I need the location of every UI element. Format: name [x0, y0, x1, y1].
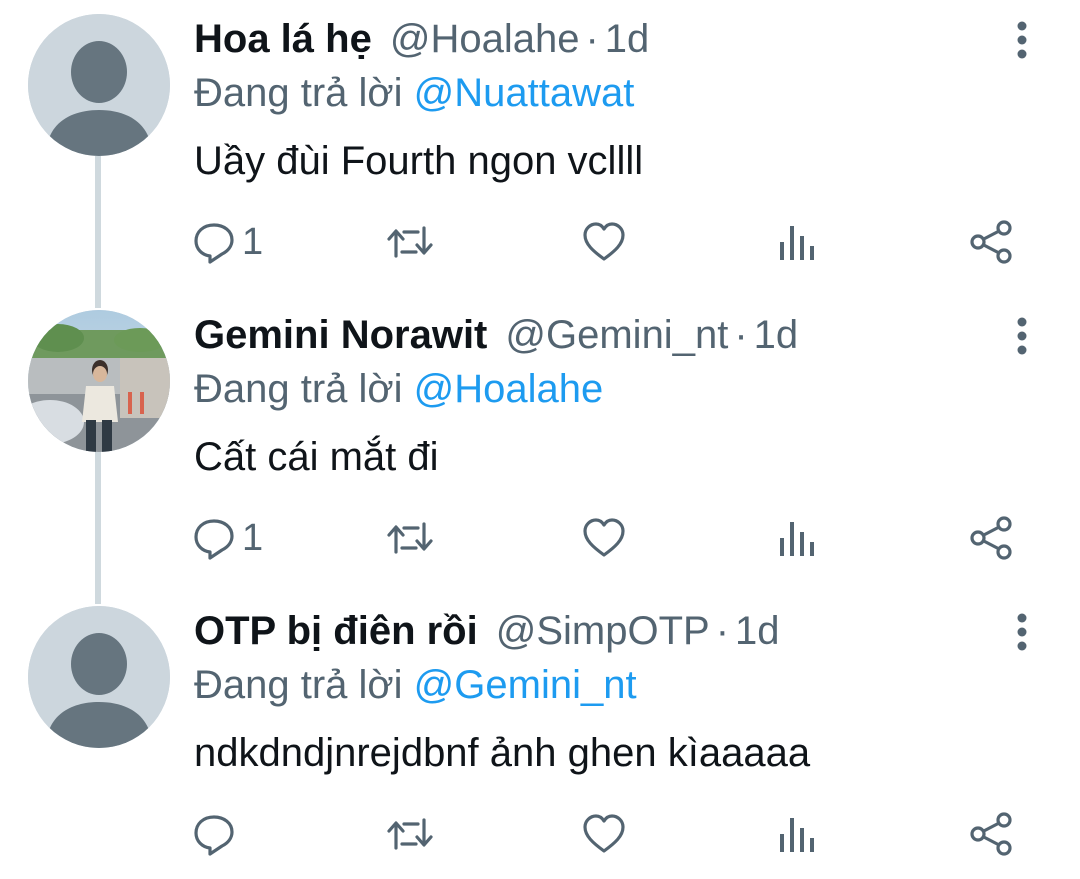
tweet[interactable]: Gemini Norawit @Gemini_nt · 1d Đang trả lời… — [0, 296, 1080, 592]
like-button[interactable] — [581, 804, 627, 864]
views-icon — [780, 818, 814, 852]
retweet-button[interactable] — [386, 212, 434, 272]
reply-count: 1 — [242, 517, 264, 559]
display-name[interactable]: Gemini Norawit — [194, 313, 487, 357]
timestamp[interactable]: 1d — [605, 17, 650, 61]
like-icon — [583, 222, 625, 261]
tweet-header: Gemini Norawit @Gemini_nt · 1d — [194, 310, 798, 360]
default-avatar-icon — [28, 606, 170, 748]
avatar[interactable] — [28, 606, 170, 748]
retweet-icon — [387, 818, 433, 850]
replying-to: Đang trả lời @Nuattawat — [194, 68, 634, 118]
tweet-text: ndkdndjnrejdbnf ảnh ghen kìaaaaa — [194, 731, 811, 775]
avatar[interactable] — [28, 14, 170, 156]
more-options-button[interactable] — [1004, 610, 1040, 654]
retweet-button[interactable] — [386, 804, 434, 864]
views-button[interactable] — [778, 212, 818, 272]
display-name[interactable]: OTP bị điên rồi — [194, 609, 478, 653]
like-icon — [583, 814, 625, 853]
like-button[interactable] — [581, 212, 627, 272]
retweet-icon — [387, 522, 433, 554]
display-name[interactable]: Hoa lá hẹ — [194, 17, 372, 61]
mention-link[interactable]: @Hoalahe — [414, 367, 604, 411]
separator-dot: · — [734, 313, 748, 357]
action-bar — [0, 804, 1080, 864]
views-icon — [780, 226, 814, 260]
views-icon — [780, 522, 814, 556]
mention-link[interactable]: @Nuattawat — [414, 71, 635, 115]
more-vertical-icon — [1017, 21, 1027, 59]
reply-button[interactable]: 1 — [192, 508, 263, 568]
reply-prefix: Đang trả lời — [194, 71, 403, 115]
avatar[interactable] — [28, 310, 170, 452]
reply-count: 1 — [242, 221, 264, 263]
more-vertical-icon — [1017, 317, 1027, 355]
user-handle[interactable]: @Hoalahe — [390, 17, 580, 61]
tweet[interactable]: OTP bị điên rồi @SimpOTP · 1d Đang trả lời … — [0, 592, 1080, 879]
more-vertical-icon — [1017, 613, 1027, 651]
tweet-text: Uầy đùi Fourth ngon vcllll — [194, 139, 644, 183]
views-button[interactable] — [778, 804, 818, 864]
share-icon — [970, 220, 1012, 264]
timestamp[interactable]: 1d — [735, 609, 780, 653]
mention-link[interactable]: @Gemini_nt — [414, 663, 637, 707]
action-bar: 1 — [0, 212, 1080, 272]
action-bar: 1 — [0, 508, 1080, 568]
user-handle[interactable]: @Gemini_nt — [505, 313, 728, 357]
more-options-button[interactable] — [1004, 18, 1040, 62]
retweet-button[interactable] — [386, 508, 434, 568]
share-icon — [970, 812, 1012, 856]
reply-icon — [194, 223, 234, 264]
reply-button[interactable]: 1 — [192, 212, 263, 272]
retweet-icon — [387, 226, 433, 258]
user-handle[interactable]: @SimpOTP — [496, 609, 710, 653]
tweet[interactable]: Hoa lá hẹ @Hoalahe · 1d Đang trả lời @Nuatt… — [0, 0, 1080, 296]
reply-icon — [194, 815, 234, 856]
more-options-button[interactable] — [1004, 314, 1040, 358]
reply-prefix: Đang trả lời — [194, 663, 403, 707]
tweet-header: Hoa lá hẹ @Hoalahe · 1d — [194, 14, 649, 64]
share-button[interactable] — [969, 804, 1013, 864]
reply-button[interactable] — [192, 804, 242, 864]
share-button[interactable] — [969, 212, 1013, 272]
reply-prefix: Đang trả lời — [194, 367, 403, 411]
like-icon — [583, 518, 625, 557]
share-button[interactable] — [969, 508, 1013, 568]
replying-to: Đang trả lời @Gemini_nt — [194, 660, 637, 710]
replying-to: Đang trả lời @Hoalahe — [194, 364, 603, 414]
reply-icon — [194, 519, 234, 560]
profile-photo-icon — [28, 310, 170, 452]
views-button[interactable] — [778, 508, 818, 568]
timestamp[interactable]: 1d — [754, 313, 799, 357]
share-icon — [970, 516, 1012, 560]
tweet-header: OTP bị điên rồi @SimpOTP · 1d — [194, 606, 780, 656]
separator-dot: · — [715, 609, 730, 653]
separator-dot: · — [585, 17, 599, 61]
tweet-text: Cất cái mắt đi — [194, 435, 439, 479]
like-button[interactable] — [581, 508, 627, 568]
default-avatar-icon — [28, 14, 170, 156]
